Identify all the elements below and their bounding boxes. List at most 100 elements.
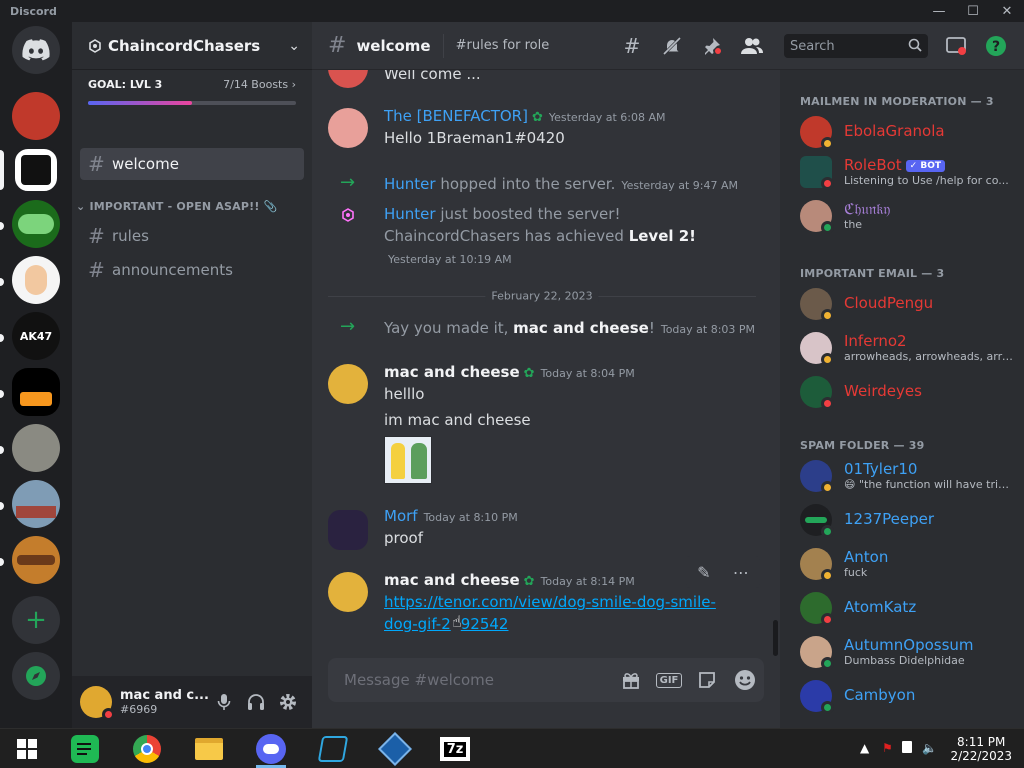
server-icon[interactable]: [12, 536, 60, 584]
taskbar-app-active[interactable]: [248, 729, 294, 768]
member-status: 😄 "the function will have trin...: [844, 478, 1014, 491]
member-item[interactable]: CloudPengu: [800, 284, 1020, 324]
member-item[interactable]: ℭ𝔥𝔲𝔫𝔨𝔶 the: [800, 196, 1020, 236]
taskbar-app[interactable]: [310, 729, 356, 768]
avatar[interactable]: [328, 510, 368, 550]
threads-button[interactable]: #: [612, 22, 652, 70]
message-author[interactable]: Morf: [384, 507, 418, 525]
add-server-button[interactable]: +: [12, 596, 60, 644]
server-icon[interactable]: [12, 480, 60, 528]
minimize-icon[interactable]: —: [922, 0, 956, 22]
member-status: fuck: [844, 566, 868, 579]
idle-status-icon: [821, 353, 834, 366]
member-item[interactable]: RoleBot ✓ BOT Listening to Use /help for …: [800, 152, 1020, 192]
channel-welcome[interactable]: # welcome: [80, 148, 304, 180]
member-name: EbolaGranola: [844, 122, 945, 140]
member-item[interactable]: AutumnOpossum Dumbass Didelphidae: [800, 632, 1020, 672]
sticker-icon[interactable]: [688, 670, 726, 690]
message-timestamp: Today at 8:14 PM: [540, 575, 635, 588]
avatar[interactable]: [328, 572, 368, 612]
more-options-icon[interactable]: ⋯: [733, 563, 749, 582]
server-header[interactable]: ChaincordChasers ⌄: [72, 22, 312, 70]
inbox-button[interactable]: [944, 34, 968, 58]
flag-icon[interactable]: ⚑: [882, 741, 893, 755]
channel-rules[interactable]: # rules: [80, 220, 304, 252]
start-button[interactable]: [4, 729, 50, 768]
notification-settings-button[interactable]: [652, 22, 692, 70]
server-icon[interactable]: AK47: [12, 312, 60, 360]
message-link[interactable]: https://tenor.com/view/dog-smile-dog-smi…: [384, 592, 716, 612]
avatar[interactable]: [80, 686, 115, 721]
user-settings-button[interactable]: [272, 686, 304, 718]
wifi-icon[interactable]: [902, 741, 912, 756]
deafen-button[interactable]: [240, 686, 272, 718]
message-text: proof: [384, 529, 423, 547]
message-link-cont[interactable]: dog-gif-2 92542: [384, 614, 508, 634]
gif-button[interactable]: GIF: [650, 672, 688, 688]
unread-indicator: [0, 278, 4, 286]
close-icon[interactable]: ✕: [990, 0, 1024, 22]
taskbar-app[interactable]: [62, 729, 108, 768]
gift-icon[interactable]: [612, 671, 650, 689]
edit-pencil-icon[interactable]: ✎: [697, 563, 710, 582]
chevron-up-icon[interactable]: ▲: [860, 741, 869, 755]
image-attachment[interactable]: [384, 436, 432, 484]
channel-announcements[interactable]: # announcements: [80, 254, 304, 286]
member-item[interactable]: 1237Peeper: [800, 500, 1020, 540]
system-clock[interactable]: 8:11 PM 2/22/2023: [950, 735, 1012, 763]
pinned-messages-button[interactable]: [692, 22, 732, 70]
taskbar-app[interactable]: [124, 729, 170, 768]
message-input[interactable]: Message #welcome GIF: [328, 658, 764, 702]
join-arrow-icon: →: [340, 172, 356, 193]
volume-icon[interactable]: 🔈: [922, 741, 937, 755]
member-item[interactable]: Anton fuck: [800, 544, 1020, 584]
channel-category[interactable]: ⌄ IMPORTANT - OPEN ASAP!! 📎: [76, 200, 278, 213]
explore-servers-button[interactable]: [12, 652, 60, 700]
7zip-icon: 7z: [440, 737, 470, 761]
unread-indicator: [0, 558, 4, 566]
date-divider: February 22, 2023: [328, 289, 756, 303]
help-button[interactable]: ?: [984, 34, 1008, 58]
hashtag-icon: #: [88, 152, 105, 176]
7zip-label: 7z: [443, 741, 467, 757]
taskbar-app[interactable]: [372, 729, 418, 768]
system-message-line: ChaincordChasers has achieved Level 2!: [384, 226, 696, 246]
server-icon[interactable]: [12, 256, 60, 304]
server-icon[interactable]: [12, 200, 60, 248]
avatar[interactable]: [328, 364, 368, 404]
member-item[interactable]: 01Tyler10 😄 "the function will have trin…: [800, 456, 1020, 496]
message-author[interactable]: mac and cheese: [384, 363, 520, 381]
boost-goal[interactable]: GOAL: LVL 3 7/14 Boosts ›: [72, 70, 312, 116]
message-author[interactable]: mac and cheese: [384, 571, 520, 589]
emoji-icon[interactable]: [726, 669, 764, 691]
message-text: Well come ...: [384, 70, 481, 83]
system-user[interactable]: Hunter: [384, 205, 436, 223]
channel-topic[interactable]: #rules for role: [456, 38, 550, 53]
server-icon[interactable]: [12, 424, 60, 472]
message-author[interactable]: The [BENEFACTOR]: [384, 107, 528, 125]
server-icon[interactable]: [12, 92, 60, 140]
system-user[interactable]: mac and cheese: [513, 319, 649, 337]
search-input[interactable]: Search: [784, 34, 928, 58]
member-item[interactable]: Cambyon: [800, 676, 1020, 716]
join-arrow-icon: →: [340, 316, 356, 337]
taskbar-app[interactable]: [186, 729, 232, 768]
avatar[interactable]: [328, 70, 368, 88]
server-icon-active[interactable]: [12, 146, 60, 194]
member-item[interactable]: Inferno2 arrowheads, arrowheads, arro...: [800, 328, 1020, 368]
member-name: RoleBot: [844, 156, 902, 174]
scrollbar-thumb[interactable]: [773, 620, 778, 656]
member-item[interactable]: Weirdeyes: [800, 372, 1020, 412]
member-list-button[interactable]: [732, 22, 772, 70]
message-input-placeholder: Message #welcome: [344, 671, 495, 689]
server-icon[interactable]: [12, 368, 60, 416]
member-item[interactable]: EbolaGranola: [800, 112, 1020, 152]
taskbar-app[interactable]: 7z: [432, 729, 478, 768]
member-item[interactable]: AtomKatz: [800, 588, 1020, 628]
maximize-icon[interactable]: ☐: [956, 0, 990, 22]
avatar[interactable]: [328, 108, 368, 148]
members-icon: [741, 38, 763, 54]
home-button[interactable]: [12, 26, 60, 74]
system-user[interactable]: Hunter: [384, 175, 436, 193]
mute-button[interactable]: [208, 686, 240, 718]
